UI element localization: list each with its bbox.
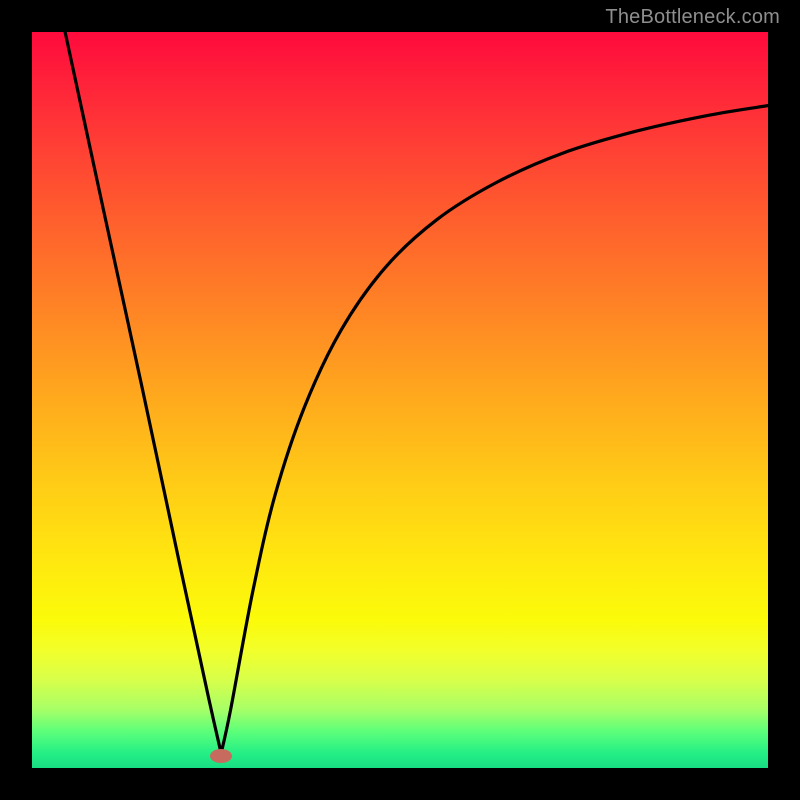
chart-curve [32, 32, 768, 768]
chart-frame [32, 32, 768, 768]
watermark-text: TheBottleneck.com [605, 6, 780, 29]
